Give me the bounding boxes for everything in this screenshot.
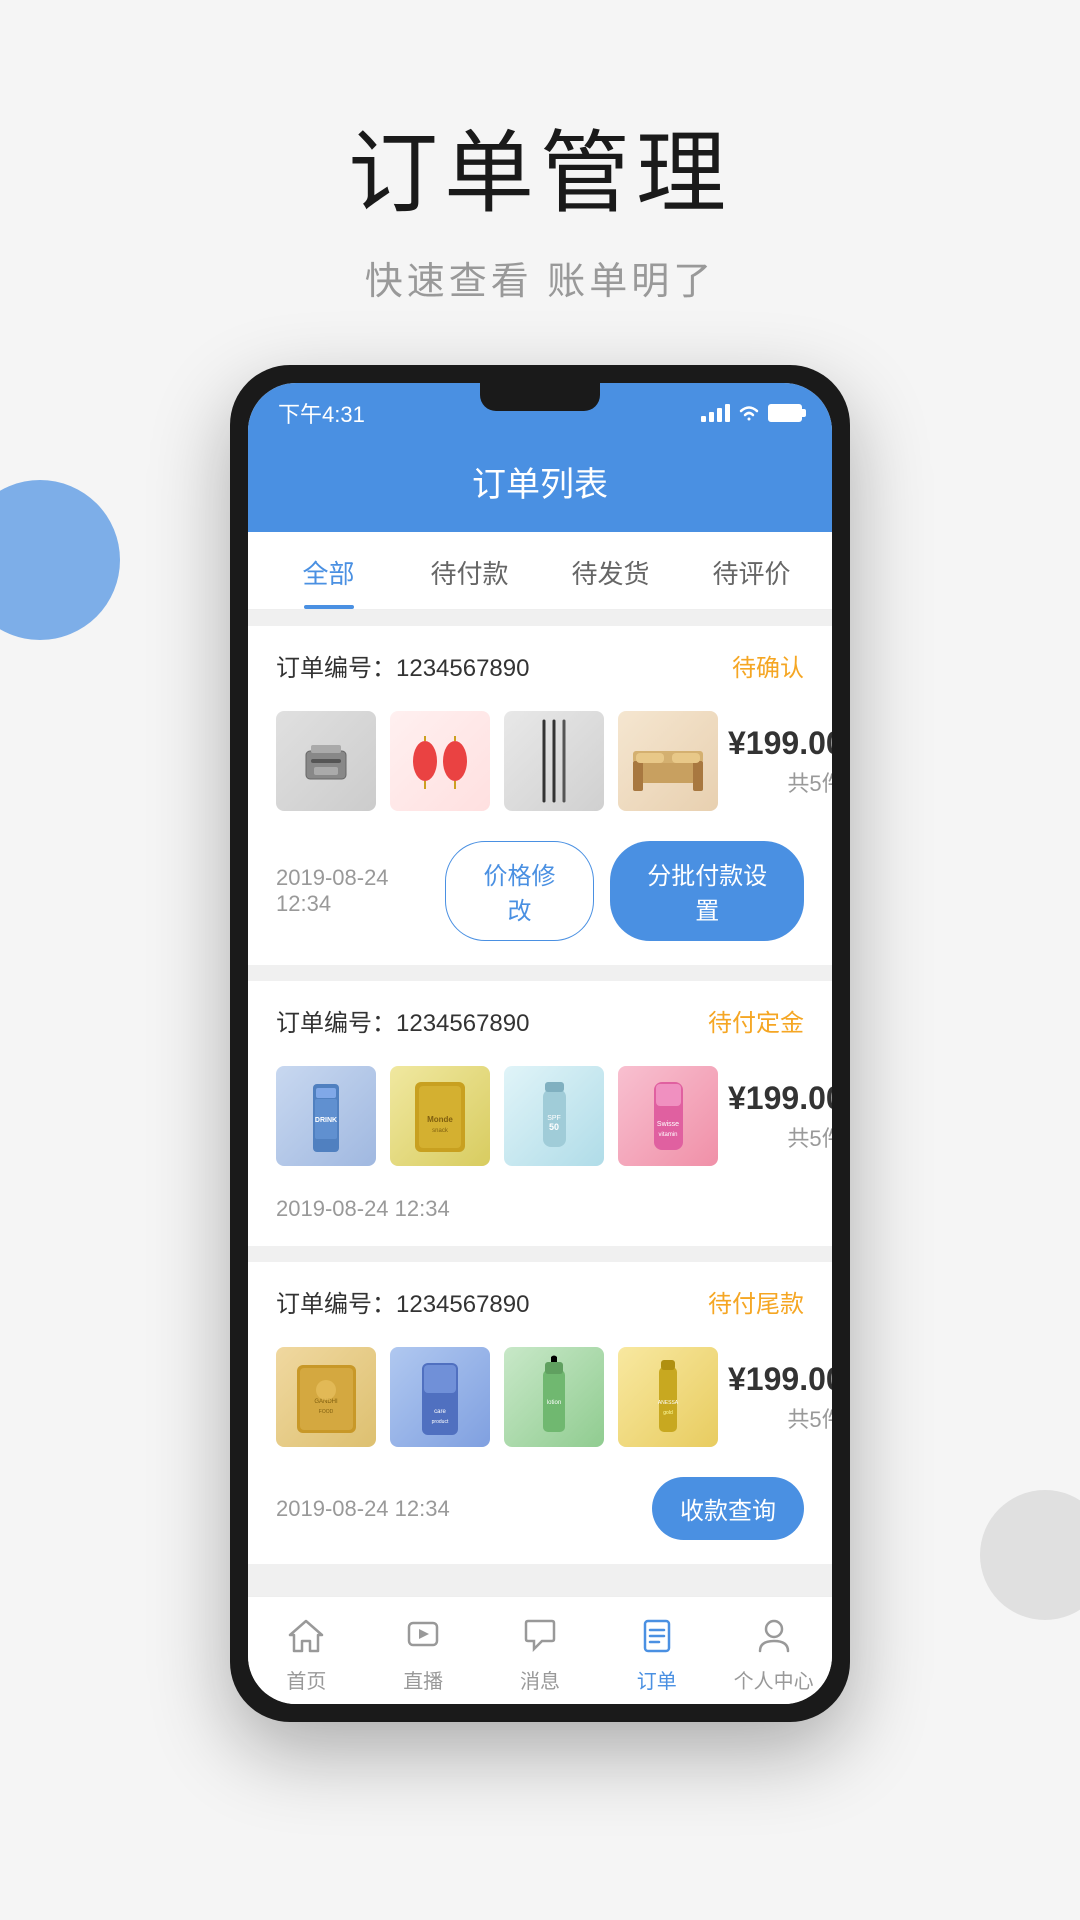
- order-status-3: 待付尾款: [708, 1284, 804, 1319]
- order-status-1: 待确认: [732, 648, 804, 683]
- svg-text:snack: snack: [432, 1128, 449, 1134]
- product-row-3: GANDHI FOOD care: [248, 1337, 832, 1463]
- product-img-lantern: [390, 711, 490, 811]
- tab-pending-pay[interactable]: 待付款: [399, 532, 540, 609]
- product-row-1: ¥199.00 共5件: [248, 701, 832, 827]
- live-icon: [401, 1613, 445, 1657]
- order-date-3: 2019-08-24 12:34: [276, 1496, 450, 1522]
- price-count-3: 共5件: [728, 1402, 832, 1434]
- app-header-title: 订单列表: [472, 466, 608, 504]
- wifi-icon: [738, 405, 760, 421]
- svg-text:vitamin: vitamin: [658, 1132, 677, 1138]
- page-header: 订单管理 快速查看 账单明了: [0, 0, 1080, 365]
- nav-item-home[interactable]: 首页: [248, 1613, 365, 1694]
- tabs-container: 全部 待付款 待发货 待评价: [248, 532, 832, 610]
- order-header-2: 订单编号：1234567890 待付定金: [248, 981, 832, 1056]
- home-icon: [284, 1613, 328, 1657]
- order-number-1: 订单编号：1234567890: [276, 648, 529, 683]
- product-images-2: DRINK Monde snack: [276, 1066, 718, 1166]
- tab-all[interactable]: 全部: [258, 532, 399, 609]
- order-price-1: ¥199.00 共5件: [728, 725, 832, 798]
- svg-text:50: 50: [548, 1122, 558, 1132]
- nav-label-live: 直播: [403, 1665, 443, 1694]
- phone-notch: [480, 383, 600, 411]
- nav-label-message: 消息: [520, 1665, 560, 1694]
- order-card-1: 订单编号：1234567890 待确认: [248, 626, 832, 965]
- order-price-3: ¥199.00 共5件: [728, 1361, 832, 1434]
- app-header: 订单列表: [248, 437, 832, 532]
- svg-text:Monde: Monde: [427, 1115, 453, 1124]
- product-images-1: [276, 711, 718, 811]
- order-card-3: 订单编号：1234567890 待付尾款 GANDHI: [248, 1262, 832, 1564]
- status-time: 下午4:31: [278, 397, 365, 429]
- profile-icon: [752, 1613, 796, 1657]
- price-value-1: ¥199.00: [728, 725, 832, 762]
- product-img-snack: Monde snack: [390, 1066, 490, 1166]
- svg-text:SPF: SPF: [547, 1115, 561, 1122]
- product-img-food: GANDHI FOOD: [276, 1347, 376, 1447]
- product-img-chopsticks: [504, 711, 604, 811]
- order-icon: [635, 1613, 679, 1657]
- page-subtitle: 快速查看 账单明了: [0, 250, 1080, 305]
- price-count-1: 共5件: [728, 766, 832, 798]
- bottom-nav: 首页 直播: [248, 1596, 832, 1704]
- nav-item-order[interactable]: 订单: [598, 1613, 715, 1694]
- svg-text:gold: gold: [663, 1410, 673, 1416]
- product-img-drink: DRINK: [276, 1066, 376, 1166]
- product-img-bed: [618, 711, 718, 811]
- order-number-2: 订单编号：1234567890: [276, 1003, 529, 1038]
- product-images-3: GANDHI FOOD care: [276, 1347, 718, 1447]
- order-price-2: ¥199.00 共5件: [728, 1080, 832, 1153]
- nav-label-order: 订单: [637, 1665, 677, 1694]
- price-value-2: ¥199.00: [728, 1080, 832, 1117]
- phone-screen: 下午4:31: [248, 383, 832, 1704]
- batch-pay-button[interactable]: 分批付款设置: [610, 841, 804, 941]
- price-modify-button[interactable]: 价格修改: [445, 841, 595, 941]
- order-date-2: 2019-08-24 12:34: [276, 1196, 450, 1222]
- nav-label-home: 首页: [286, 1665, 326, 1694]
- product-img-vitamin: Swisse vitamin: [618, 1066, 718, 1166]
- collection-query-button[interactable]: 收款查询: [652, 1477, 804, 1540]
- product-img-gold-serum: ANESSA gold: [618, 1347, 718, 1447]
- product-img-sunscreen: SPF 50: [504, 1066, 604, 1166]
- product-img-bluecare: care product: [390, 1347, 490, 1447]
- order-header-3: 订单编号：1234567890 待付尾款: [248, 1262, 832, 1337]
- svg-text:DRINK: DRINK: [315, 1117, 337, 1124]
- order-actions-1: 价格修改 分批付款设置: [445, 841, 804, 941]
- nav-item-live[interactable]: 直播: [365, 1613, 482, 1694]
- price-count-2: 共5件: [728, 1121, 832, 1153]
- order-card-2: 订单编号：1234567890 待付定金: [248, 981, 832, 1246]
- tab-pending-ship[interactable]: 待发货: [540, 532, 681, 609]
- product-img-printer: [276, 711, 376, 811]
- status-icons: [701, 404, 802, 422]
- order-actions-3: 收款查询: [652, 1477, 804, 1540]
- signal-icon: [701, 404, 730, 422]
- phone-mockup: 下午4:31: [0, 365, 1080, 1722]
- svg-text:FOOD: FOOD: [318, 1409, 333, 1415]
- svg-text:ANESSA: ANESSA: [658, 1400, 679, 1406]
- nav-item-profile[interactable]: 个人中心: [715, 1613, 832, 1694]
- svg-text:Swisse: Swisse: [656, 1121, 678, 1128]
- message-icon: [518, 1613, 562, 1657]
- order-list: 订单编号：1234567890 待确认: [248, 610, 832, 1596]
- phone-body: 下午4:31: [230, 365, 850, 1722]
- order-footer-2: 2019-08-24 12:34: [248, 1182, 832, 1246]
- product-img-lotion: lotion: [504, 1347, 604, 1447]
- tab-pending-review[interactable]: 待评价: [681, 532, 822, 609]
- order-date-1: 2019-08-24 12:34: [276, 865, 445, 917]
- svg-text:lotion: lotion: [547, 1400, 561, 1406]
- price-value-3: ¥199.00: [728, 1361, 832, 1398]
- svg-text:care: care: [434, 1409, 446, 1415]
- order-status-2: 待付定金: [708, 1003, 804, 1038]
- order-header-1: 订单编号：1234567890 待确认: [248, 626, 832, 701]
- svg-text:product: product: [432, 1419, 449, 1425]
- nav-item-message[interactable]: 消息: [482, 1613, 599, 1694]
- order-footer-3: 2019-08-24 12:34 收款查询: [248, 1463, 832, 1564]
- order-number-3: 订单编号：1234567890: [276, 1284, 529, 1319]
- page-title: 订单管理: [0, 100, 1080, 230]
- nav-label-profile: 个人中心: [734, 1665, 814, 1694]
- order-footer-1: 2019-08-24 12:34 价格修改 分批付款设置: [248, 827, 832, 965]
- battery-icon: [768, 404, 802, 422]
- product-row-2: DRINK Monde snack: [248, 1056, 832, 1182]
